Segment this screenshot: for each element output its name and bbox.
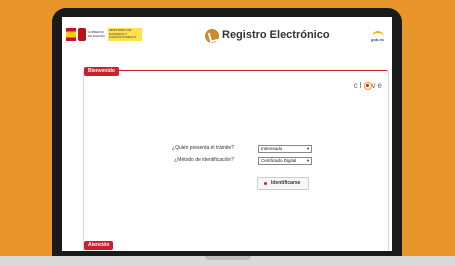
form-row-method: ¿Método de identificación? Certificado D… <box>134 157 374 165</box>
login-icon <box>264 182 267 185</box>
identify-button-label: Identificarse <box>271 180 301 186</box>
clave-o-icon <box>363 81 372 90</box>
tab-atencion[interactable]: Atención <box>84 241 114 250</box>
page-title: Registro Electrónico <box>222 29 330 41</box>
ministry-text: MINISTERIO DE HACIENDA Y FUNCIÓN PÚBLICA <box>109 28 137 39</box>
clave-text-end: ve <box>371 81 384 90</box>
login-panel: Bienvenido cl ve ¿Quién presenta el trámi… <box>83 67 389 251</box>
corner-logo-text: gob.es <box>371 37 384 42</box>
form-row-presenter: ¿Quién presenta el trámite? Interesado ▼ <box>134 145 374 153</box>
clave-brand: cl ve <box>354 81 384 90</box>
gov-text: GOBIERNO DE ESPAÑA <box>88 30 105 38</box>
screen: GOBIERNO DE ESPAÑA MINISTERIO DE HACIEND… <box>62 17 392 251</box>
clave-text-start: cl <box>353 81 364 90</box>
laptop-frame: GOBIERNO DE ESPAÑA MINISTERIO DE HACIEND… <box>52 8 402 260</box>
chevron-down-icon: ▼ <box>306 146 310 151</box>
gob-es-logo[interactable]: gob.es <box>370 31 386 43</box>
registro-logo-icon <box>205 29 219 43</box>
laptop-notch <box>205 256 251 260</box>
chevron-down-icon: ▼ <box>306 158 310 163</box>
government-logo[interactable]: GOBIERNO DE ESPAÑA MINISTERIO DE HACIEND… <box>66 28 168 41</box>
presenter-select-value: Interesado <box>261 146 283 151</box>
method-label: ¿Método de identificación? <box>174 157 234 163</box>
spain-flag-icon <box>66 28 76 41</box>
coat-of-arms-icon <box>78 28 86 41</box>
method-select-value: Certificado Digital <box>261 158 297 163</box>
method-select[interactable]: Certificado Digital ▼ <box>258 157 312 165</box>
presenter-label: ¿Quién presenta el trámite? <box>172 145 234 151</box>
tab-bienvenido: Bienvenido <box>84 67 119 76</box>
presenter-select[interactable]: Interesado ▼ <box>258 145 312 153</box>
ministry-block: MINISTERIO DE HACIENDA Y FUNCIÓN PÚBLICA <box>108 28 142 41</box>
site-header: GOBIERNO DE ESPAÑA MINISTERIO DE HACIEND… <box>62 17 392 53</box>
identify-button[interactable]: Identificarse <box>257 177 309 190</box>
